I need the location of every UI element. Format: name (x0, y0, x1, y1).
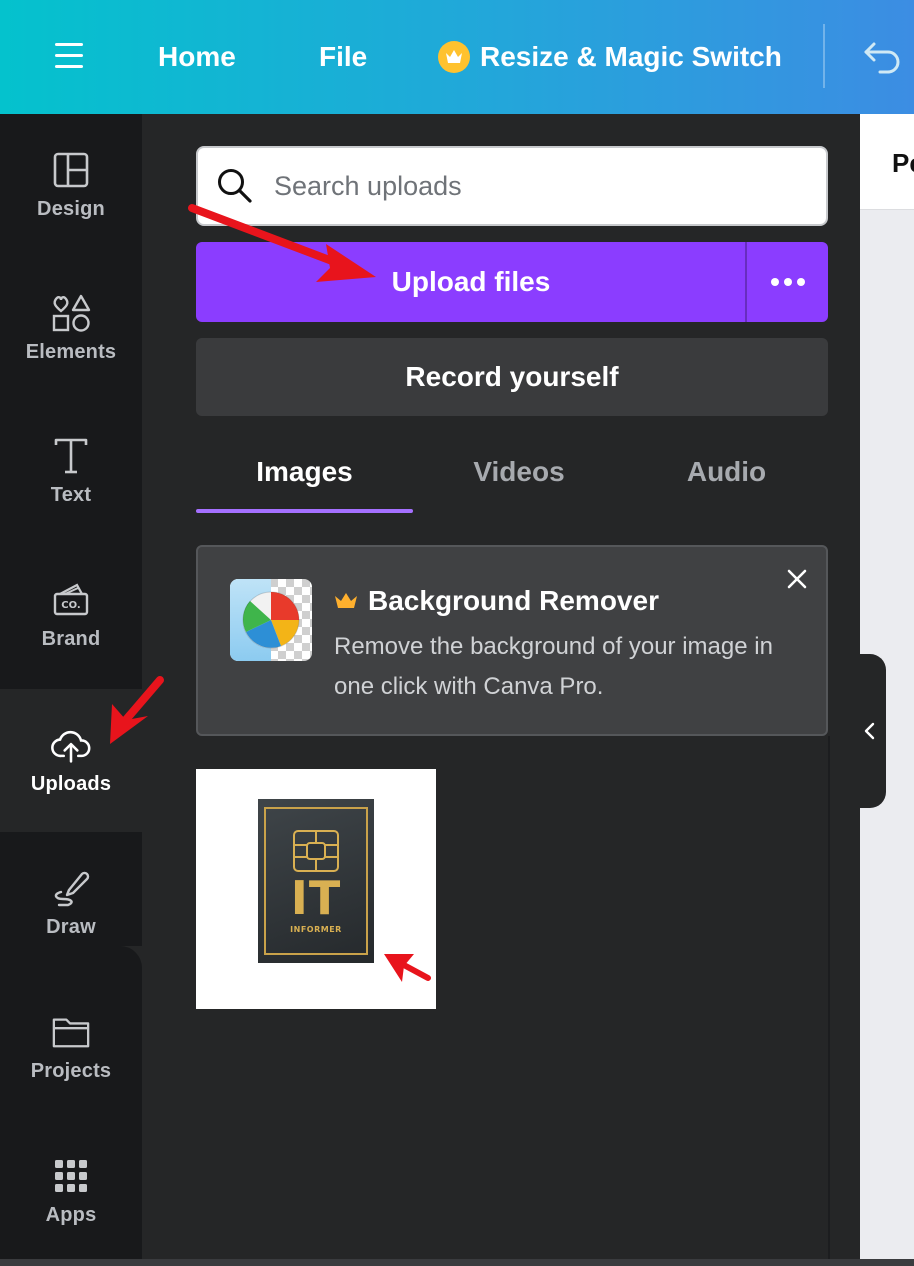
hamburger-menu-icon[interactable] (52, 38, 88, 74)
undo-icon[interactable] (860, 34, 906, 80)
sidebar-item-text[interactable]: Text (0, 400, 142, 543)
layout-icon (51, 150, 91, 190)
promo-title: Background Remover (334, 585, 659, 617)
beach-ball-thumbnail (230, 579, 312, 661)
crown-icon (335, 593, 357, 608)
sidebar-item-design[interactable]: Design (0, 114, 142, 257)
sidebar-item-elements[interactable]: Elements (0, 257, 142, 400)
sidebar-item-label: Uploads (30, 773, 112, 795)
resize-magic-switch-button[interactable]: Resize & Magic Switch (438, 38, 782, 76)
tab-audio[interactable]: Audio (625, 446, 828, 514)
beach-ball-icon (242, 591, 300, 649)
nav-file[interactable]: File (319, 38, 367, 76)
promo-description: Remove the background of your image in o… (334, 633, 773, 700)
background-remover-promo[interactable]: Background Remover Remove the background… (196, 545, 828, 736)
sidebar-item-draw[interactable]: Draw (0, 832, 142, 975)
canvas-header-text: Pe (892, 148, 914, 178)
folder-icon (51, 1012, 91, 1052)
draw-icon (51, 868, 91, 908)
active-tab-indicator (196, 509, 413, 513)
sim-chip-icon (293, 830, 339, 872)
logo-text: IT (290, 871, 342, 925)
svg-text:CO.: CO. (61, 600, 80, 611)
tab-images[interactable]: Images (196, 446, 413, 514)
cloud-upload-icon (51, 725, 91, 765)
tab-videos[interactable]: Videos (413, 446, 625, 514)
text-icon (51, 436, 91, 476)
upload-files-button[interactable]: Upload files (196, 242, 828, 322)
resize-label: Resize & Magic Switch (480, 41, 782, 72)
promo-title-text: Background Remover (368, 585, 659, 616)
media-tabs: Images Videos Audio (196, 446, 828, 514)
sidebar-item-label: Elements (25, 341, 117, 363)
logo-subtext: INFORMER (290, 925, 342, 934)
top-bar: Home File Resize & Magic Switch (0, 0, 914, 114)
uploads-panel: Upload files Record yourself Images Vide… (142, 114, 860, 1266)
chevron-left-icon (864, 722, 875, 740)
search-box (196, 146, 828, 226)
sidebar-item-label: Projects (30, 1060, 112, 1082)
record-yourself-button[interactable]: Record yourself (196, 338, 828, 416)
panel-scrollbar[interactable] (828, 736, 830, 1266)
brand-icon: CO. (51, 580, 91, 620)
canvas-header: Pe (860, 114, 914, 210)
sidebar-item-label: Apps (45, 1204, 97, 1226)
sidebar-item-label: Brand (41, 628, 101, 650)
crown-icon (438, 41, 470, 73)
bottom-edge (0, 1259, 914, 1266)
search-input[interactable] (274, 170, 794, 202)
sidebar-item-uploads[interactable]: Uploads (0, 689, 142, 832)
apps-grid-icon (51, 1156, 91, 1196)
sidebar-item-label: Draw (46, 916, 96, 938)
sidebar-item-brand[interactable]: CO. Brand (0, 544, 142, 687)
search-icon (218, 169, 252, 203)
topbar-divider (823, 24, 825, 88)
close-icon[interactable] (782, 564, 812, 594)
left-rail: Design Elements Text CO. Brand Uploads D… (0, 114, 142, 1266)
nav-home[interactable]: Home (158, 38, 236, 76)
shapes-icon (51, 293, 91, 333)
sidebar-item-label: Design (37, 198, 105, 220)
sidebar-item-apps[interactable]: Apps (0, 1120, 142, 1263)
it-informer-logo: IT INFORMER (258, 799, 374, 963)
uploaded-image-thumbnail[interactable]: IT INFORMER (196, 769, 436, 1009)
upload-files-label: Upload files (391, 266, 551, 297)
collapse-panel-handle[interactable] (856, 654, 886, 808)
sidebar-item-projects[interactable]: Projects (0, 976, 142, 1119)
sidebar-item-label: Text (50, 484, 92, 506)
more-options-icon[interactable] (747, 242, 828, 322)
